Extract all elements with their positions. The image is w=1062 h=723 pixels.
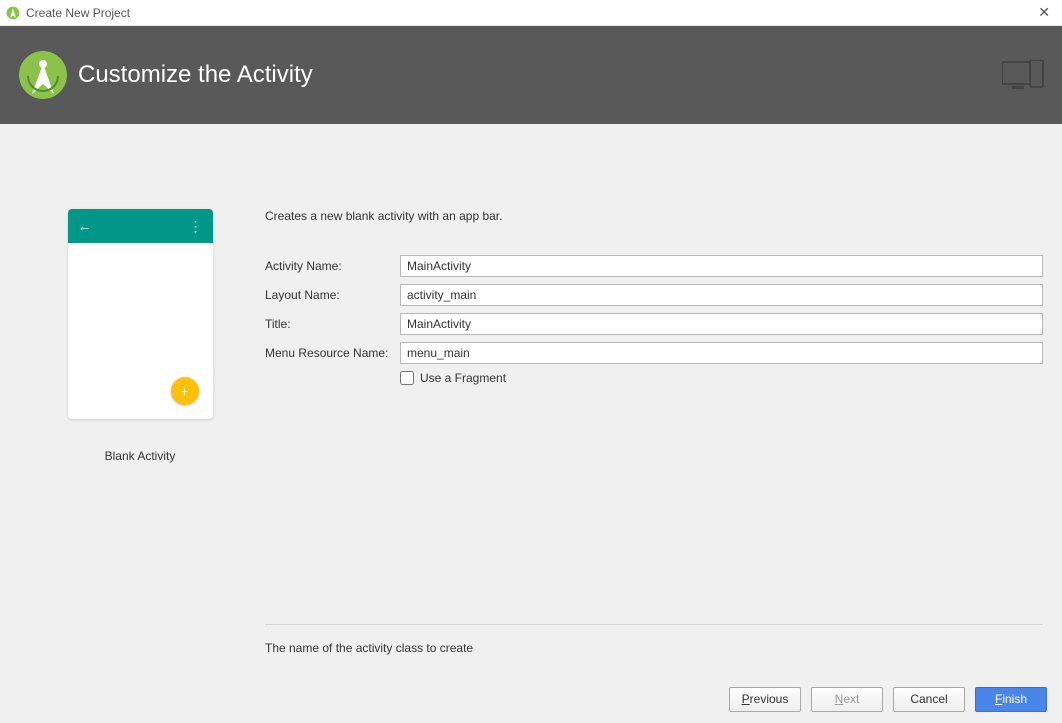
banner-heading: Customize the Activity — [78, 61, 313, 89]
layout-name-label: Layout Name: — [265, 288, 400, 302]
activity-name-input[interactable] — [400, 255, 1043, 277]
phone-preview: ← ⋮ + — [68, 209, 213, 419]
menu-resource-input[interactable] — [400, 342, 1043, 364]
preview-column: ← ⋮ + Blank Activity — [15, 154, 265, 675]
separator — [265, 624, 1043, 625]
layout-name-input[interactable] — [400, 284, 1043, 306]
form-column: Creates a new blank activity with an app… — [265, 154, 1047, 675]
use-fragment-label: Use a Fragment — [420, 371, 506, 385]
use-fragment-checkbox[interactable] — [400, 371, 414, 385]
title-label: Title: — [265, 317, 400, 331]
menu-resource-label: Menu Resource Name: — [265, 346, 400, 360]
next-button: Next — [811, 687, 883, 712]
previous-button[interactable]: Previous — [729, 687, 801, 712]
content: ← ⋮ + Blank Activity Creates a new blank… — [0, 124, 1062, 675]
row-layout-name: Layout Name: — [265, 284, 1043, 306]
row-activity-name: Activity Name: — [265, 255, 1043, 277]
back-arrow-icon: ← — [78, 218, 92, 234]
title-input[interactable] — [400, 313, 1043, 335]
row-title: Title: — [265, 313, 1043, 335]
help-block: The name of the activity class to create — [265, 624, 1043, 655]
row-use-fragment: Use a Fragment — [400, 371, 1043, 385]
device-icon — [1002, 60, 1044, 90]
preview-appbar: ← ⋮ — [68, 209, 213, 243]
fab-icon: + — [171, 377, 199, 405]
preview-label: Blank Activity — [105, 449, 176, 463]
close-icon[interactable]: ✕ — [1032, 4, 1056, 21]
cancel-button[interactable]: Cancel — [893, 687, 965, 712]
overflow-menu-icon: ⋮ — [189, 219, 203, 233]
banner: Customize the Activity — [0, 26, 1062, 124]
form-description: Creates a new blank activity with an app… — [265, 209, 1043, 223]
row-menu-resource: Menu Resource Name: — [265, 342, 1043, 364]
title-bar: Create New Project ✕ — [0, 0, 1062, 26]
activity-name-label: Activity Name: — [265, 259, 400, 273]
window-title: Create New Project — [26, 6, 1032, 20]
finish-button[interactable]: Finish — [975, 687, 1047, 712]
app-icon — [6, 6, 20, 20]
banner-left: Customize the Activity — [18, 50, 313, 100]
footer: Previous Next Cancel Finish — [0, 675, 1062, 723]
help-text: The name of the activity class to create — [265, 641, 1043, 655]
android-studio-logo-icon — [18, 50, 68, 100]
